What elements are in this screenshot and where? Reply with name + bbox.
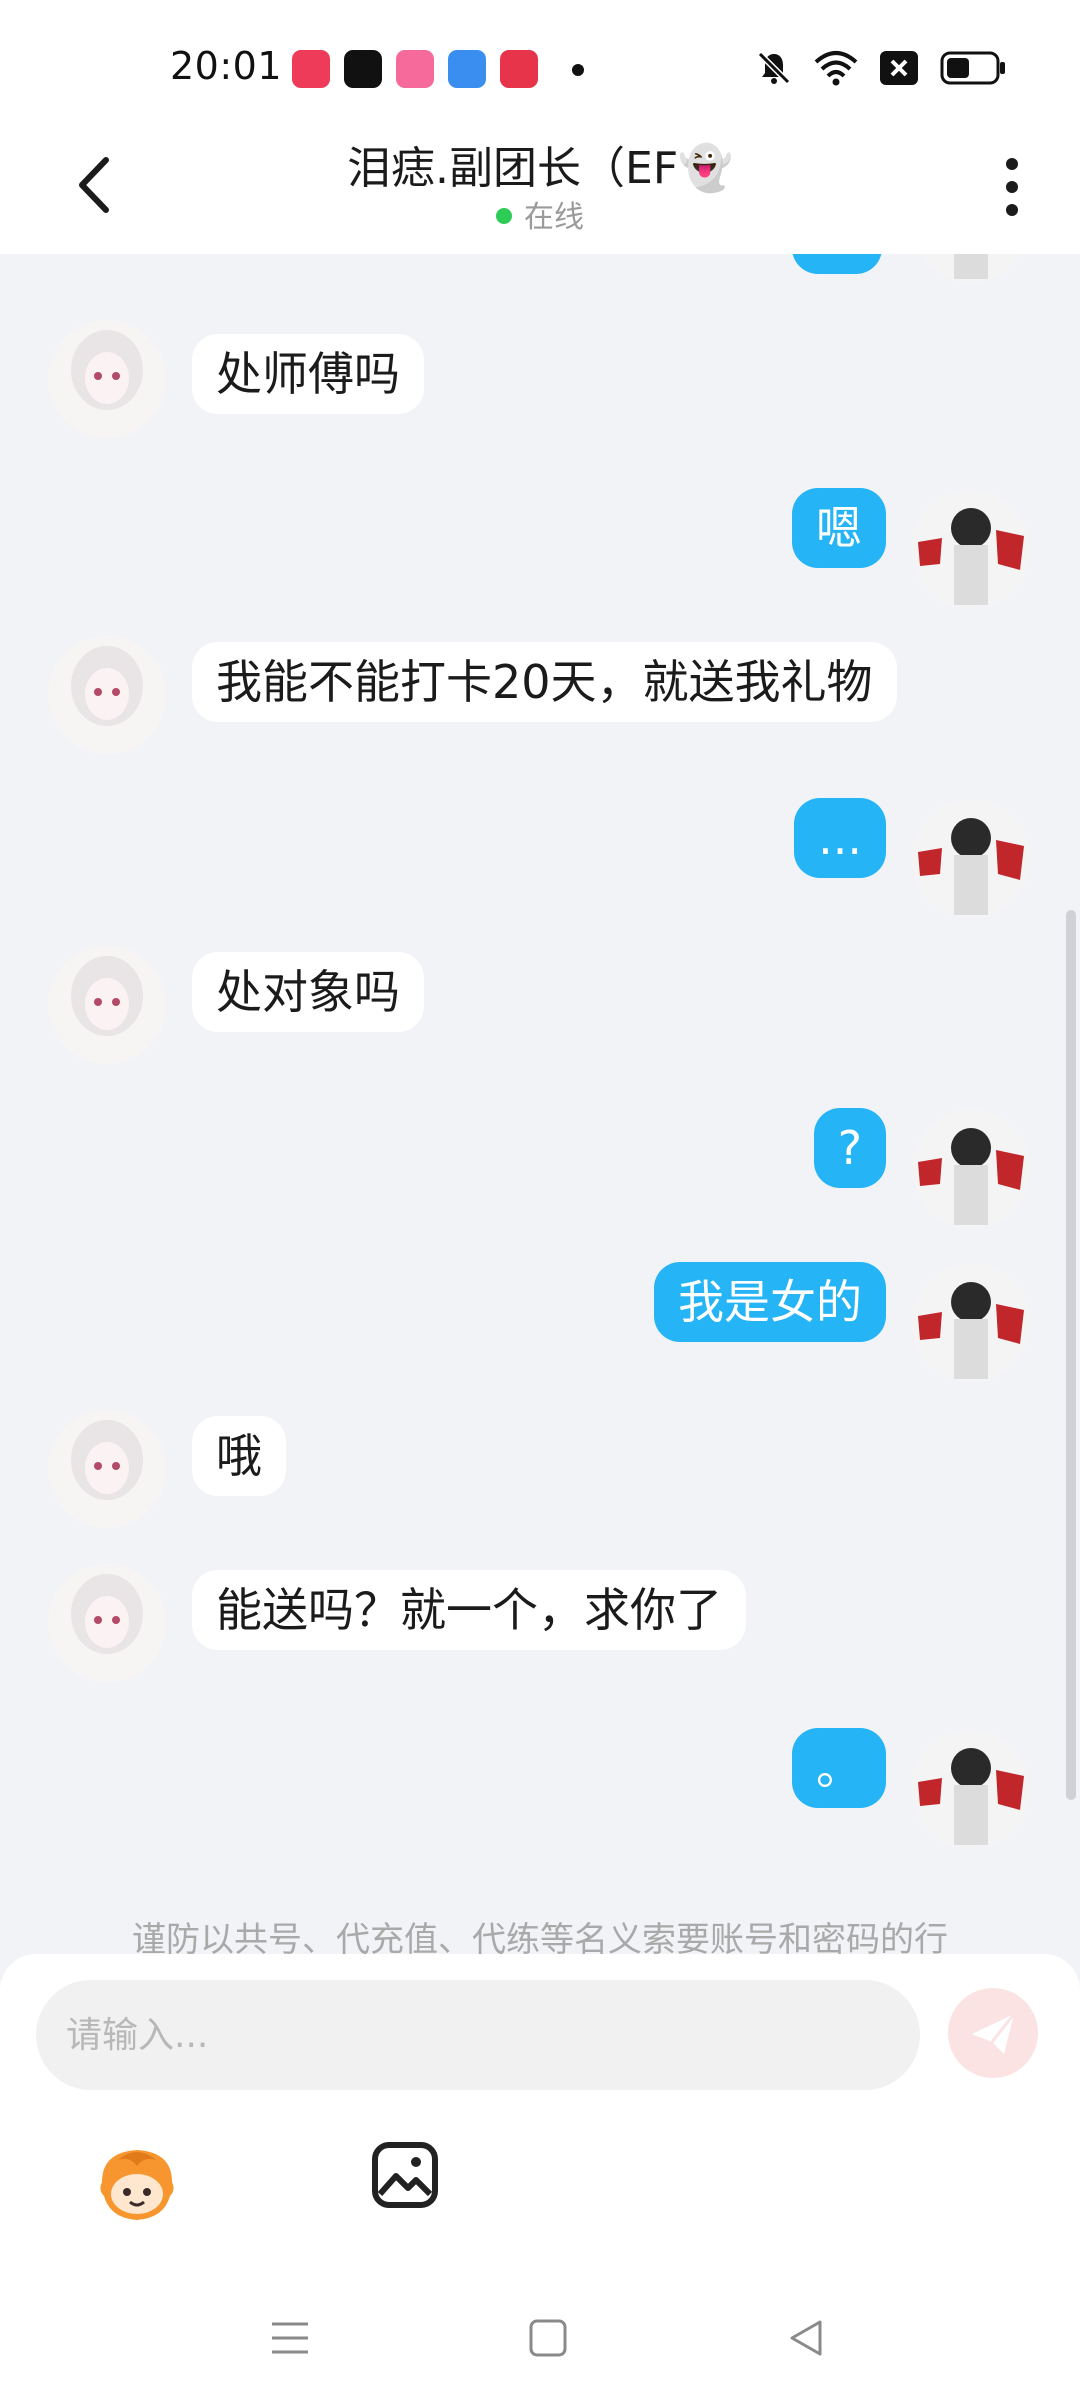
close-box-icon: [880, 51, 918, 85]
status-bar: 20:01: [0, 0, 1080, 130]
incoming-bubble[interactable]: 处对象吗: [192, 952, 424, 1032]
contact-avatar[interactable]: [48, 946, 166, 1064]
outgoing-bubble[interactable]: 我是女的: [654, 1262, 886, 1342]
chat-scrollbar[interactable]: [1066, 910, 1076, 1800]
outgoing-bubble[interactable]: 。: [792, 1728, 886, 1808]
chat-header: 泪痣.副团长（EF👻 在线: [0, 130, 1080, 254]
douyin-icon: [344, 50, 382, 88]
my-avatar-image: [912, 1110, 1030, 1228]
bilibili-icon: [396, 50, 434, 88]
contact-avatar-image: [48, 1564, 166, 1682]
my-avatar-image: [912, 254, 1030, 282]
image-button[interactable]: [370, 2140, 440, 2210]
more-options-button[interactable]: [992, 152, 1032, 222]
my-avatar[interactable]: [912, 1110, 1030, 1228]
my-avatar[interactable]: [912, 1264, 1030, 1382]
status-right-icons: [756, 50, 1006, 86]
status-time: 20:01: [170, 44, 283, 88]
contact-avatar-image: [48, 320, 166, 438]
incoming-bubble[interactable]: 处师傅吗: [192, 334, 424, 414]
contact-avatar[interactable]: [48, 1410, 166, 1528]
contact-avatar-image: [48, 1410, 166, 1528]
online-dot-icon: [496, 208, 512, 224]
outgoing-bubble[interactable]: ...: [794, 798, 886, 878]
mute-icon: [757, 51, 791, 85]
emoji-button[interactable]: [92, 2138, 182, 2228]
contact-avatar-image: [48, 946, 166, 1064]
system-nav-bar: [0, 2300, 1080, 2400]
online-status-label: 在线: [524, 200, 584, 235]
my-avatar[interactable]: [912, 254, 1030, 282]
online-status: 在线: [0, 192, 1080, 236]
outgoing-bubble-partial: [792, 254, 882, 274]
emoji-icon: [100, 2150, 174, 2220]
outgoing-bubble[interactable]: ?: [813, 1108, 886, 1188]
my-avatar[interactable]: [912, 490, 1030, 608]
my-avatar-image: [912, 1730, 1030, 1848]
menu-icon[interactable]: [268, 2316, 312, 2360]
contact-name[interactable]: 泪痣.副团长（EF👻: [0, 132, 1080, 196]
contact-avatar[interactable]: [48, 320, 166, 438]
send-icon: [972, 2013, 1016, 2054]
my-avatar-image: [912, 800, 1030, 918]
my-avatar-image: [912, 1264, 1030, 1382]
my-avatar[interactable]: [912, 1730, 1030, 1848]
music-icon: [500, 50, 538, 88]
home-icon[interactable]: [526, 2316, 570, 2360]
contact-avatar[interactable]: [48, 1564, 166, 1682]
chat-message-list[interactable]: 处师傅吗 嗯 我能不能打卡20天，就送我礼物 ... 处对象吗 ? 我是女的 哦…: [0, 254, 1080, 1954]
image-icon: [372, 2142, 438, 2208]
my-avatar[interactable]: [912, 800, 1030, 918]
more-notifications-dot: [572, 64, 584, 76]
message-input[interactable]: [36, 1980, 920, 2090]
wifi-icon: [814, 51, 858, 86]
contact-avatar[interactable]: [48, 636, 166, 754]
send-button[interactable]: [948, 1988, 1038, 2078]
my-avatar-image: [912, 490, 1030, 608]
incoming-bubble[interactable]: 我能不能打卡20天，就送我礼物: [192, 642, 897, 722]
outgoing-bubble[interactable]: 嗯: [792, 488, 886, 568]
incoming-bubble[interactable]: 能送吗？就一个，求你了: [192, 1570, 746, 1650]
notification-app-icons: [292, 50, 538, 88]
battery-icon: [940, 51, 1005, 85]
incoming-bubble[interactable]: 哦: [192, 1416, 286, 1496]
kuaishou-icon: [292, 50, 330, 88]
contact-avatar-image: [48, 636, 166, 754]
back-triangle-icon[interactable]: [784, 2316, 828, 2360]
browser-icon: [448, 50, 486, 88]
